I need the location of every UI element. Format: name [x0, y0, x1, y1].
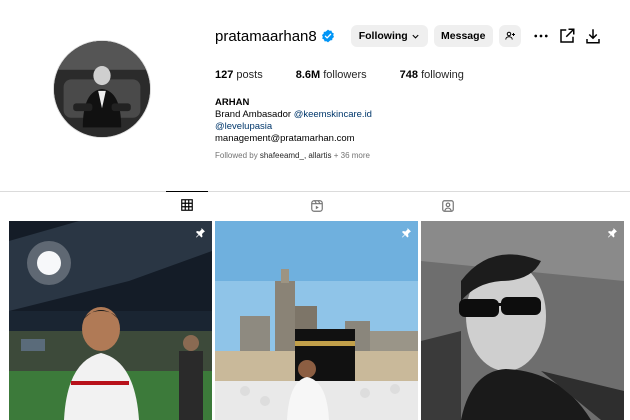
bio-line-2: @levelupasia [215, 121, 372, 133]
bio-line-1: Brand Ambasador @keemskincare.id [215, 109, 372, 121]
mention-link[interactable]: @levelupasia [215, 121, 272, 132]
followed-by-suffix: + 36 more [331, 151, 370, 160]
verified-badge-icon [321, 29, 334, 43]
following-label: following [421, 69, 464, 81]
followers-stat[interactable]: 8.6M followers [296, 69, 367, 81]
pin-icon [196, 228, 205, 238]
display-name: ARHAN [215, 97, 250, 108]
following-stat[interactable]: 748 following [400, 69, 464, 81]
tab-posts[interactable] [166, 191, 208, 218]
kaaba-photo [215, 221, 418, 420]
profile-bio: ARHAN Brand Ambasador @keemskincare.id @… [215, 97, 372, 162]
followers-count: 8.6M [295, 69, 321, 81]
post-tile[interactable] [215, 221, 418, 420]
bw-portrait-photo [421, 221, 624, 420]
post-grid [9, 221, 624, 420]
tagged-icon [442, 199, 454, 212]
post-tile[interactable] [9, 221, 212, 420]
chevron-down-icon [412, 34, 419, 39]
followers-label: followers [323, 69, 367, 81]
followed-by-prefix: Followed by [215, 151, 260, 160]
message-button[interactable]: Message [433, 25, 493, 47]
grid-icon [181, 199, 193, 211]
followed-by[interactable]: Followed by shafeeamd_, allartis + 36 mo… [215, 150, 372, 162]
posts-label: posts [236, 69, 263, 81]
profile-header: pratamaarhan8 Following Message [215, 24, 605, 48]
download-button[interactable] [583, 26, 603, 46]
posts-stat: 127 posts [215, 69, 263, 81]
download-icon [585, 29, 600, 44]
username: pratamaarhan8 [215, 27, 317, 45]
pin-icon [608, 228, 617, 238]
mention-link[interactable]: @keemskincare.id [294, 109, 372, 120]
post-tile[interactable] [421, 221, 624, 420]
following-button[interactable]: Following [350, 25, 428, 47]
profile-tabs [0, 191, 630, 219]
profile-avatar[interactable] [53, 40, 151, 138]
bio-text: Brand Ambasador [215, 109, 294, 120]
options-button[interactable] [531, 26, 551, 46]
stadium-photo [9, 221, 212, 420]
suggest-user-button[interactable] [498, 25, 521, 47]
avatar-photo [54, 41, 150, 137]
message-button-label: Message [441, 30, 486, 42]
reels-icon [311, 199, 323, 212]
followed-by-users: shafeeamd_, allartis [259, 151, 332, 160]
following-button-label: Following [358, 30, 408, 42]
more-options-icon [534, 34, 548, 38]
following-count: 748 [399, 69, 419, 81]
tab-reels[interactable] [296, 192, 338, 219]
add-user-icon [504, 31, 515, 40]
external-link-icon [559, 28, 575, 43]
pin-icon [402, 228, 411, 238]
profile-stats: 127 posts 8.6M followers 748 following [215, 69, 497, 81]
bio-email: management@pratamarhan.com [215, 133, 355, 144]
open-external-button[interactable] [557, 26, 577, 46]
tab-tagged[interactable] [427, 192, 469, 219]
posts-count: 127 [215, 69, 234, 81]
